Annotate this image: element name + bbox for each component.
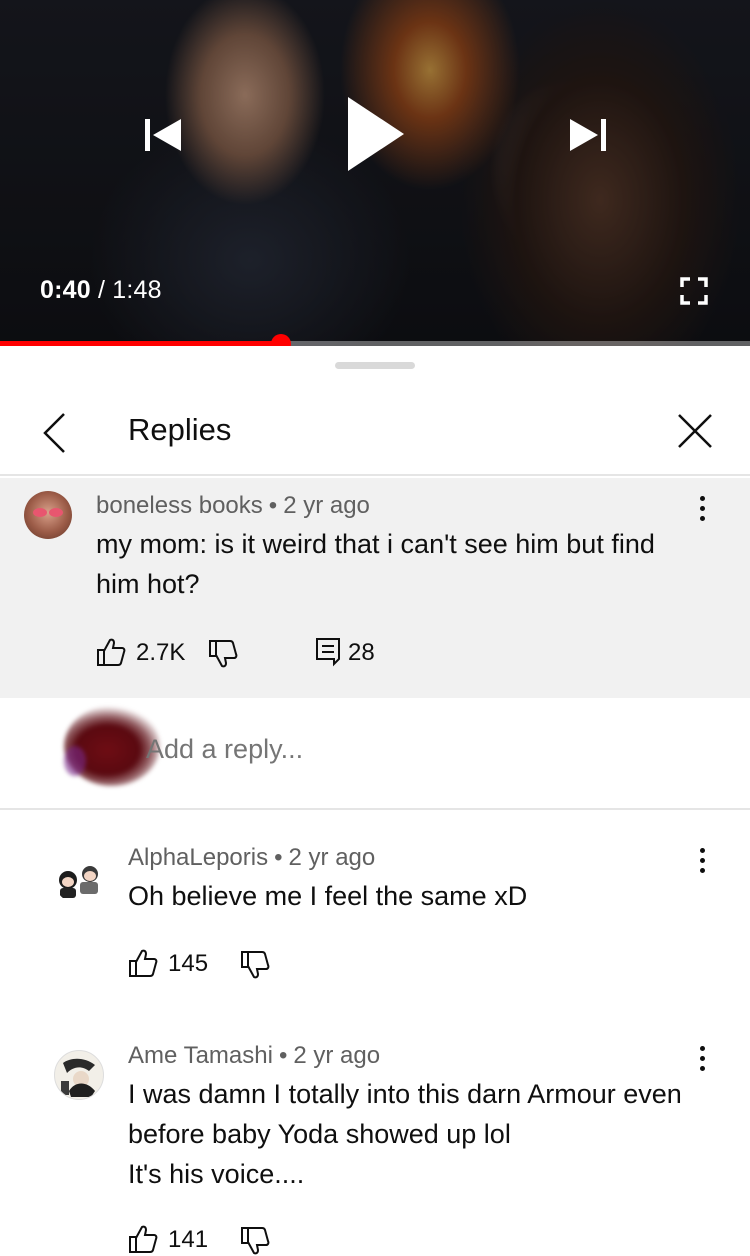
previous-icon[interactable] [143, 115, 183, 155]
duration: 1:48 [112, 276, 162, 304]
play-icon[interactable] [344, 95, 406, 173]
comment-line: before baby Yoda showed up lol [128, 1119, 511, 1149]
reply-count[interactable]: 28 [348, 639, 375, 667]
avatar[interactable] [54, 1050, 104, 1100]
comment-age: 2 yr ago [293, 1042, 381, 1069]
comment-actions: 145 [128, 948, 328, 980]
like-count: 145 [168, 950, 209, 977]
avatar-image [59, 866, 98, 898]
comment-line: I was damn I totally into this darn Armo… [128, 1079, 682, 1109]
avatar-image [61, 1058, 95, 1097]
more-options-icon[interactable] [695, 494, 709, 524]
meta-separator: • [278, 1042, 288, 1069]
dislike-icon[interactable] [208, 639, 238, 669]
comment-age: 2 yr ago [288, 844, 376, 871]
reply-item: AlphaLeporis • 2 yr ago Oh believe me I fe… [0, 812, 750, 1002]
like-icon[interactable] [128, 1224, 158, 1254]
comment-meta: Ame Tamashi • 2 yr ago [128, 1042, 380, 1070]
reply-item: Ame Tamashi • 2 yr ago I was damn I totall… [0, 1010, 750, 1256]
comment-actions: 141 [128, 1224, 328, 1256]
dislike-icon[interactable] [240, 950, 270, 980]
comment-actions: 2.7K 28 [96, 637, 396, 669]
drag-handle[interactable] [335, 362, 415, 369]
comment-age: 2 yr ago [283, 492, 370, 519]
video-player[interactable]: 0:40 / 1:48 [0, 0, 750, 346]
like-count: 2.7K [136, 639, 186, 666]
comment-text: my mom: is it weird that i can't see him… [96, 529, 655, 599]
meta-separator: • [274, 844, 283, 871]
more-options-icon[interactable] [695, 1044, 709, 1074]
comment-meta: boneless books • 2 yr ago [96, 492, 370, 520]
like-icon[interactable] [128, 948, 158, 978]
more-options-icon[interactable] [695, 846, 709, 876]
reply-composer [0, 698, 750, 810]
avatar[interactable] [24, 491, 72, 539]
sheet-header: Replies [0, 390, 750, 476]
time-display: 0:40 / 1:48 [40, 276, 162, 305]
comment-text: Oh believe me I feel the same xD [128, 881, 528, 911]
meta-separator: • [268, 492, 278, 519]
comment-author[interactable]: Ame Tamashi [128, 1042, 273, 1069]
like-count: 141 [168, 1226, 209, 1253]
sheet-title: Replies [128, 412, 232, 447]
like-icon[interactable] [96, 637, 126, 667]
comment-text: I was damn I totally into this darn Armo… [128, 1074, 728, 1194]
replies-sheet: Replies boneless books • 2 yr ago my mom: … [0, 346, 750, 1256]
replies-icon[interactable] [314, 637, 344, 667]
progress-scrubber[interactable] [270, 334, 291, 346]
time-separator: / [90, 276, 113, 304]
avatar[interactable] [54, 854, 104, 904]
comment-line: It's his voice.... [128, 1159, 305, 1189]
current-time: 0:40 [40, 276, 91, 304]
back-icon[interactable] [38, 410, 72, 456]
close-icon[interactable] [676, 412, 714, 450]
parent-comment: boneless books • 2 yr ago my mom: is it we… [0, 478, 750, 698]
comment-author[interactable]: boneless books [96, 492, 263, 519]
next-icon[interactable] [568, 115, 608, 155]
fullscreen-icon[interactable] [680, 277, 708, 305]
reply-input[interactable] [146, 734, 500, 765]
comment-author[interactable]: AlphaLeporis [128, 844, 268, 871]
dislike-icon[interactable] [240, 1226, 270, 1256]
comment-meta: AlphaLeporis • 2 yr ago [128, 844, 375, 872]
